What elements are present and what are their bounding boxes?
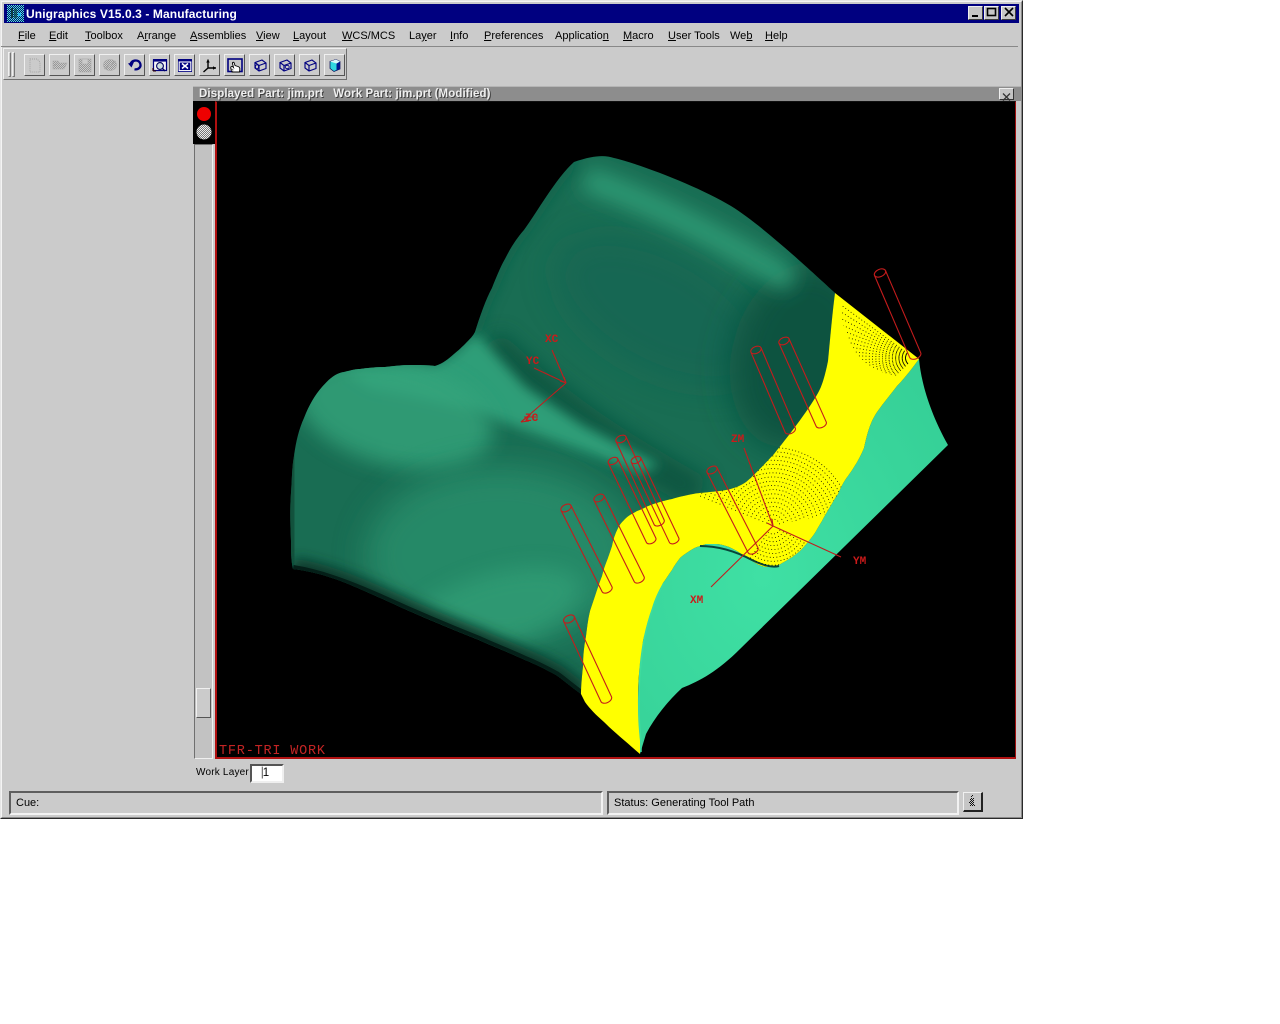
- svg-text:YM: YM: [853, 556, 867, 568]
- svg-text:ZC: ZC: [525, 413, 539, 425]
- svg-text:YC: YC: [526, 356, 540, 368]
- svg-text:XM: XM: [690, 595, 704, 607]
- svg-text:ZM: ZM: [731, 434, 745, 446]
- svg-text:TFR-TRI WORK: TFR-TRI WORK: [219, 744, 326, 759]
- svg-text:XC: XC: [545, 334, 559, 346]
